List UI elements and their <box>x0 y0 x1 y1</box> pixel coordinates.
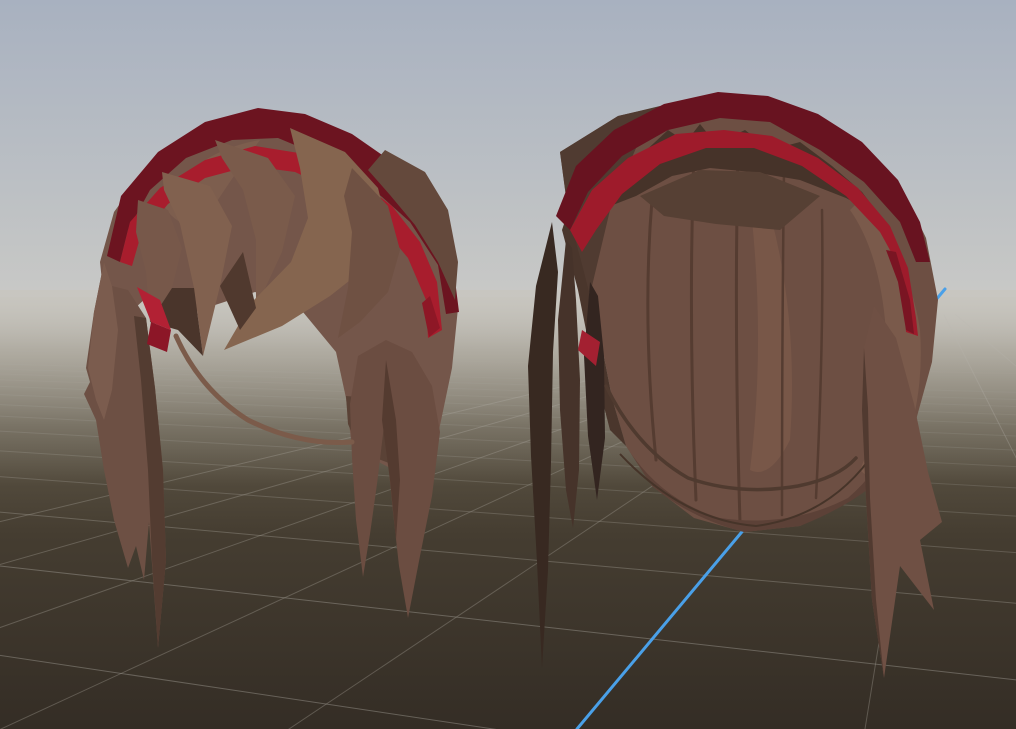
viewport-canvas[interactable] <box>0 0 1016 729</box>
viewport-3d[interactable] <box>0 0 1016 729</box>
